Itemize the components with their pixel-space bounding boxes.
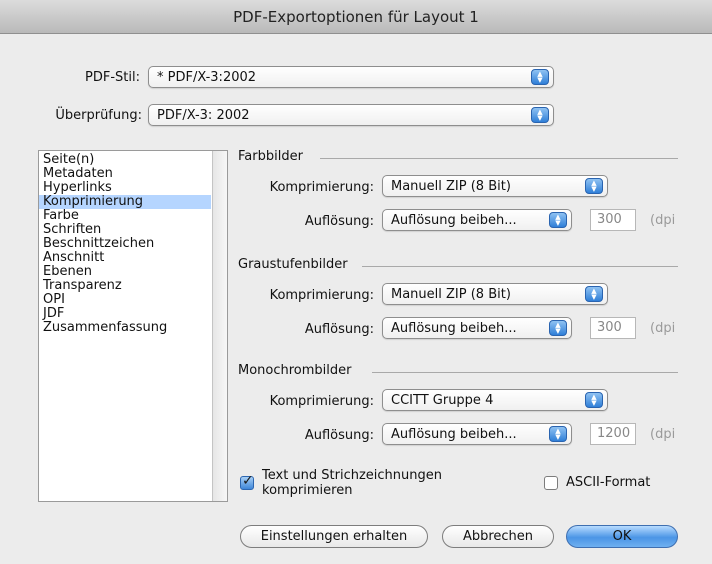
color-dpi-field[interactable]: 300 bbox=[590, 209, 636, 231]
popup-arrows-icon: ▲ ▼ bbox=[549, 212, 567, 228]
checkmark-icon: ✓ bbox=[242, 473, 254, 489]
color-resolution-value: Auflösung beibeh... bbox=[391, 213, 517, 228]
popup-arrows-icon: ▲ ▼ bbox=[531, 107, 549, 123]
sidebar-item[interactable]: Farbe bbox=[39, 209, 211, 223]
check-label: Überprüfung: bbox=[55, 108, 142, 123]
gray-resolution-select[interactable]: Auflösung beibeh... ▲ ▼ bbox=[382, 317, 572, 339]
keep-settings-button[interactable]: Einstellungen erhalten bbox=[240, 525, 428, 548]
sidebar-item[interactable]: Beschnittzeichen bbox=[39, 237, 211, 251]
compress-text-label-line2: komprimieren bbox=[262, 483, 353, 498]
mono-resolution-value: Auflösung beibeh... bbox=[391, 427, 517, 442]
gray-images-title: Graustufenbilder bbox=[238, 257, 348, 272]
popup-arrows-icon: ▲ ▼ bbox=[549, 426, 567, 442]
mono-images-divider bbox=[372, 372, 678, 373]
color-compression-label: Komprimierung: bbox=[269, 180, 374, 195]
sidebar-item[interactable]: OPI bbox=[39, 293, 211, 307]
gray-resolution-label: Auflösung: bbox=[304, 322, 374, 337]
mono-resolution-label: Auflösung: bbox=[304, 428, 374, 443]
mono-compression-select[interactable]: CCITT Gruppe 4 ▲ ▼ bbox=[382, 389, 608, 411]
mono-dpi-field[interactable]: 1200 bbox=[590, 423, 636, 445]
color-images-title: Farbbilder bbox=[238, 149, 303, 164]
popup-arrows-icon: ▲ ▼ bbox=[585, 178, 603, 194]
sidebar-item[interactable]: Zusammenfassung bbox=[39, 321, 211, 335]
color-compression-value: Manuell ZIP (8 Bit) bbox=[391, 179, 511, 194]
ok-button[interactable]: OK bbox=[566, 525, 678, 548]
mono-images-title: Monochrombilder bbox=[238, 363, 352, 378]
ascii-format-label: ASCII-Format bbox=[566, 475, 651, 490]
pdf-style-select[interactable]: * PDF/X-3:2002 ▲ ▼ bbox=[148, 66, 554, 88]
mono-dpi-unit: (dpi bbox=[650, 427, 676, 442]
mono-compression-value: CCITT Gruppe 4 bbox=[391, 393, 494, 408]
mono-resolution-select[interactable]: Auflösung beibeh... ▲ ▼ bbox=[382, 423, 572, 445]
mono-compression-label: Komprimierung: bbox=[269, 394, 374, 409]
category-rows: Seite(n) Metadaten Hyperlinks Komprimierung… bbox=[39, 153, 211, 335]
compress-text-label: Text und Strichzeichnungen komprimieren bbox=[262, 468, 442, 498]
gray-compression-select[interactable]: Manuell ZIP (8 Bit) ▲ ▼ bbox=[382, 283, 608, 305]
gray-dpi-unit: (dpi bbox=[650, 321, 676, 336]
color-images-divider bbox=[320, 158, 678, 159]
popup-arrows-icon: ▲ ▼ bbox=[585, 286, 603, 302]
category-scrollbar[interactable] bbox=[212, 151, 227, 501]
color-dpi-unit: (dpi bbox=[650, 213, 676, 228]
gray-dpi-field[interactable]: 300 bbox=[590, 317, 636, 339]
pdf-style-label: PDF-Stil: bbox=[85, 70, 140, 85]
sidebar-item[interactable]: Anschnitt bbox=[39, 251, 211, 265]
check-value: PDF/X-3: 2002 bbox=[157, 108, 250, 123]
gray-resolution-value: Auflösung beibeh... bbox=[391, 321, 517, 336]
window-title: PDF-Exportoptionen für Layout 1 bbox=[0, 0, 712, 34]
cancel-button[interactable]: Abbrechen bbox=[442, 525, 554, 548]
pdf-style-value: * PDF/X-3:2002 bbox=[157, 70, 257, 85]
sidebar-item[interactable]: Ebenen bbox=[39, 265, 211, 279]
color-resolution-select[interactable]: Auflösung beibeh... ▲ ▼ bbox=[382, 209, 572, 231]
color-resolution-label: Auflösung: bbox=[304, 214, 374, 229]
sidebar-item[interactable]: JDF bbox=[39, 307, 211, 321]
sidebar-item[interactable]: Metadaten bbox=[39, 167, 211, 181]
sidebar-item[interactable]: Seite(n) bbox=[39, 153, 211, 167]
ascii-format-checkbox[interactable] bbox=[544, 476, 558, 490]
color-compression-select[interactable]: Manuell ZIP (8 Bit) ▲ ▼ bbox=[382, 175, 608, 197]
popup-arrows-icon: ▲ ▼ bbox=[585, 392, 603, 408]
check-select[interactable]: PDF/X-3: 2002 ▲ ▼ bbox=[148, 104, 554, 126]
popup-arrows-icon: ▲ ▼ bbox=[549, 320, 567, 336]
compress-text-label-line1: Text und Strichzeichnungen bbox=[262, 468, 443, 483]
gray-compression-label: Komprimierung: bbox=[269, 288, 374, 303]
gray-compression-value: Manuell ZIP (8 Bit) bbox=[391, 287, 511, 302]
gray-images-divider bbox=[362, 266, 678, 267]
sidebar-item[interactable]: Komprimierung bbox=[39, 195, 211, 209]
sidebar-item[interactable]: Transparenz bbox=[39, 279, 211, 293]
category-list[interactable]: Seite(n) Metadaten Hyperlinks Komprimierung… bbox=[38, 150, 228, 502]
sidebar-item[interactable]: Hyperlinks bbox=[39, 181, 211, 195]
compress-text-checkbox[interactable]: ✓ bbox=[240, 473, 254, 490]
pdf-export-dialog: PDF-Exportoptionen für Layout 1 PDF-Stil… bbox=[0, 0, 712, 564]
sidebar-item[interactable]: Schriften bbox=[39, 223, 211, 237]
popup-arrows-icon: ▲ ▼ bbox=[531, 69, 549, 85]
